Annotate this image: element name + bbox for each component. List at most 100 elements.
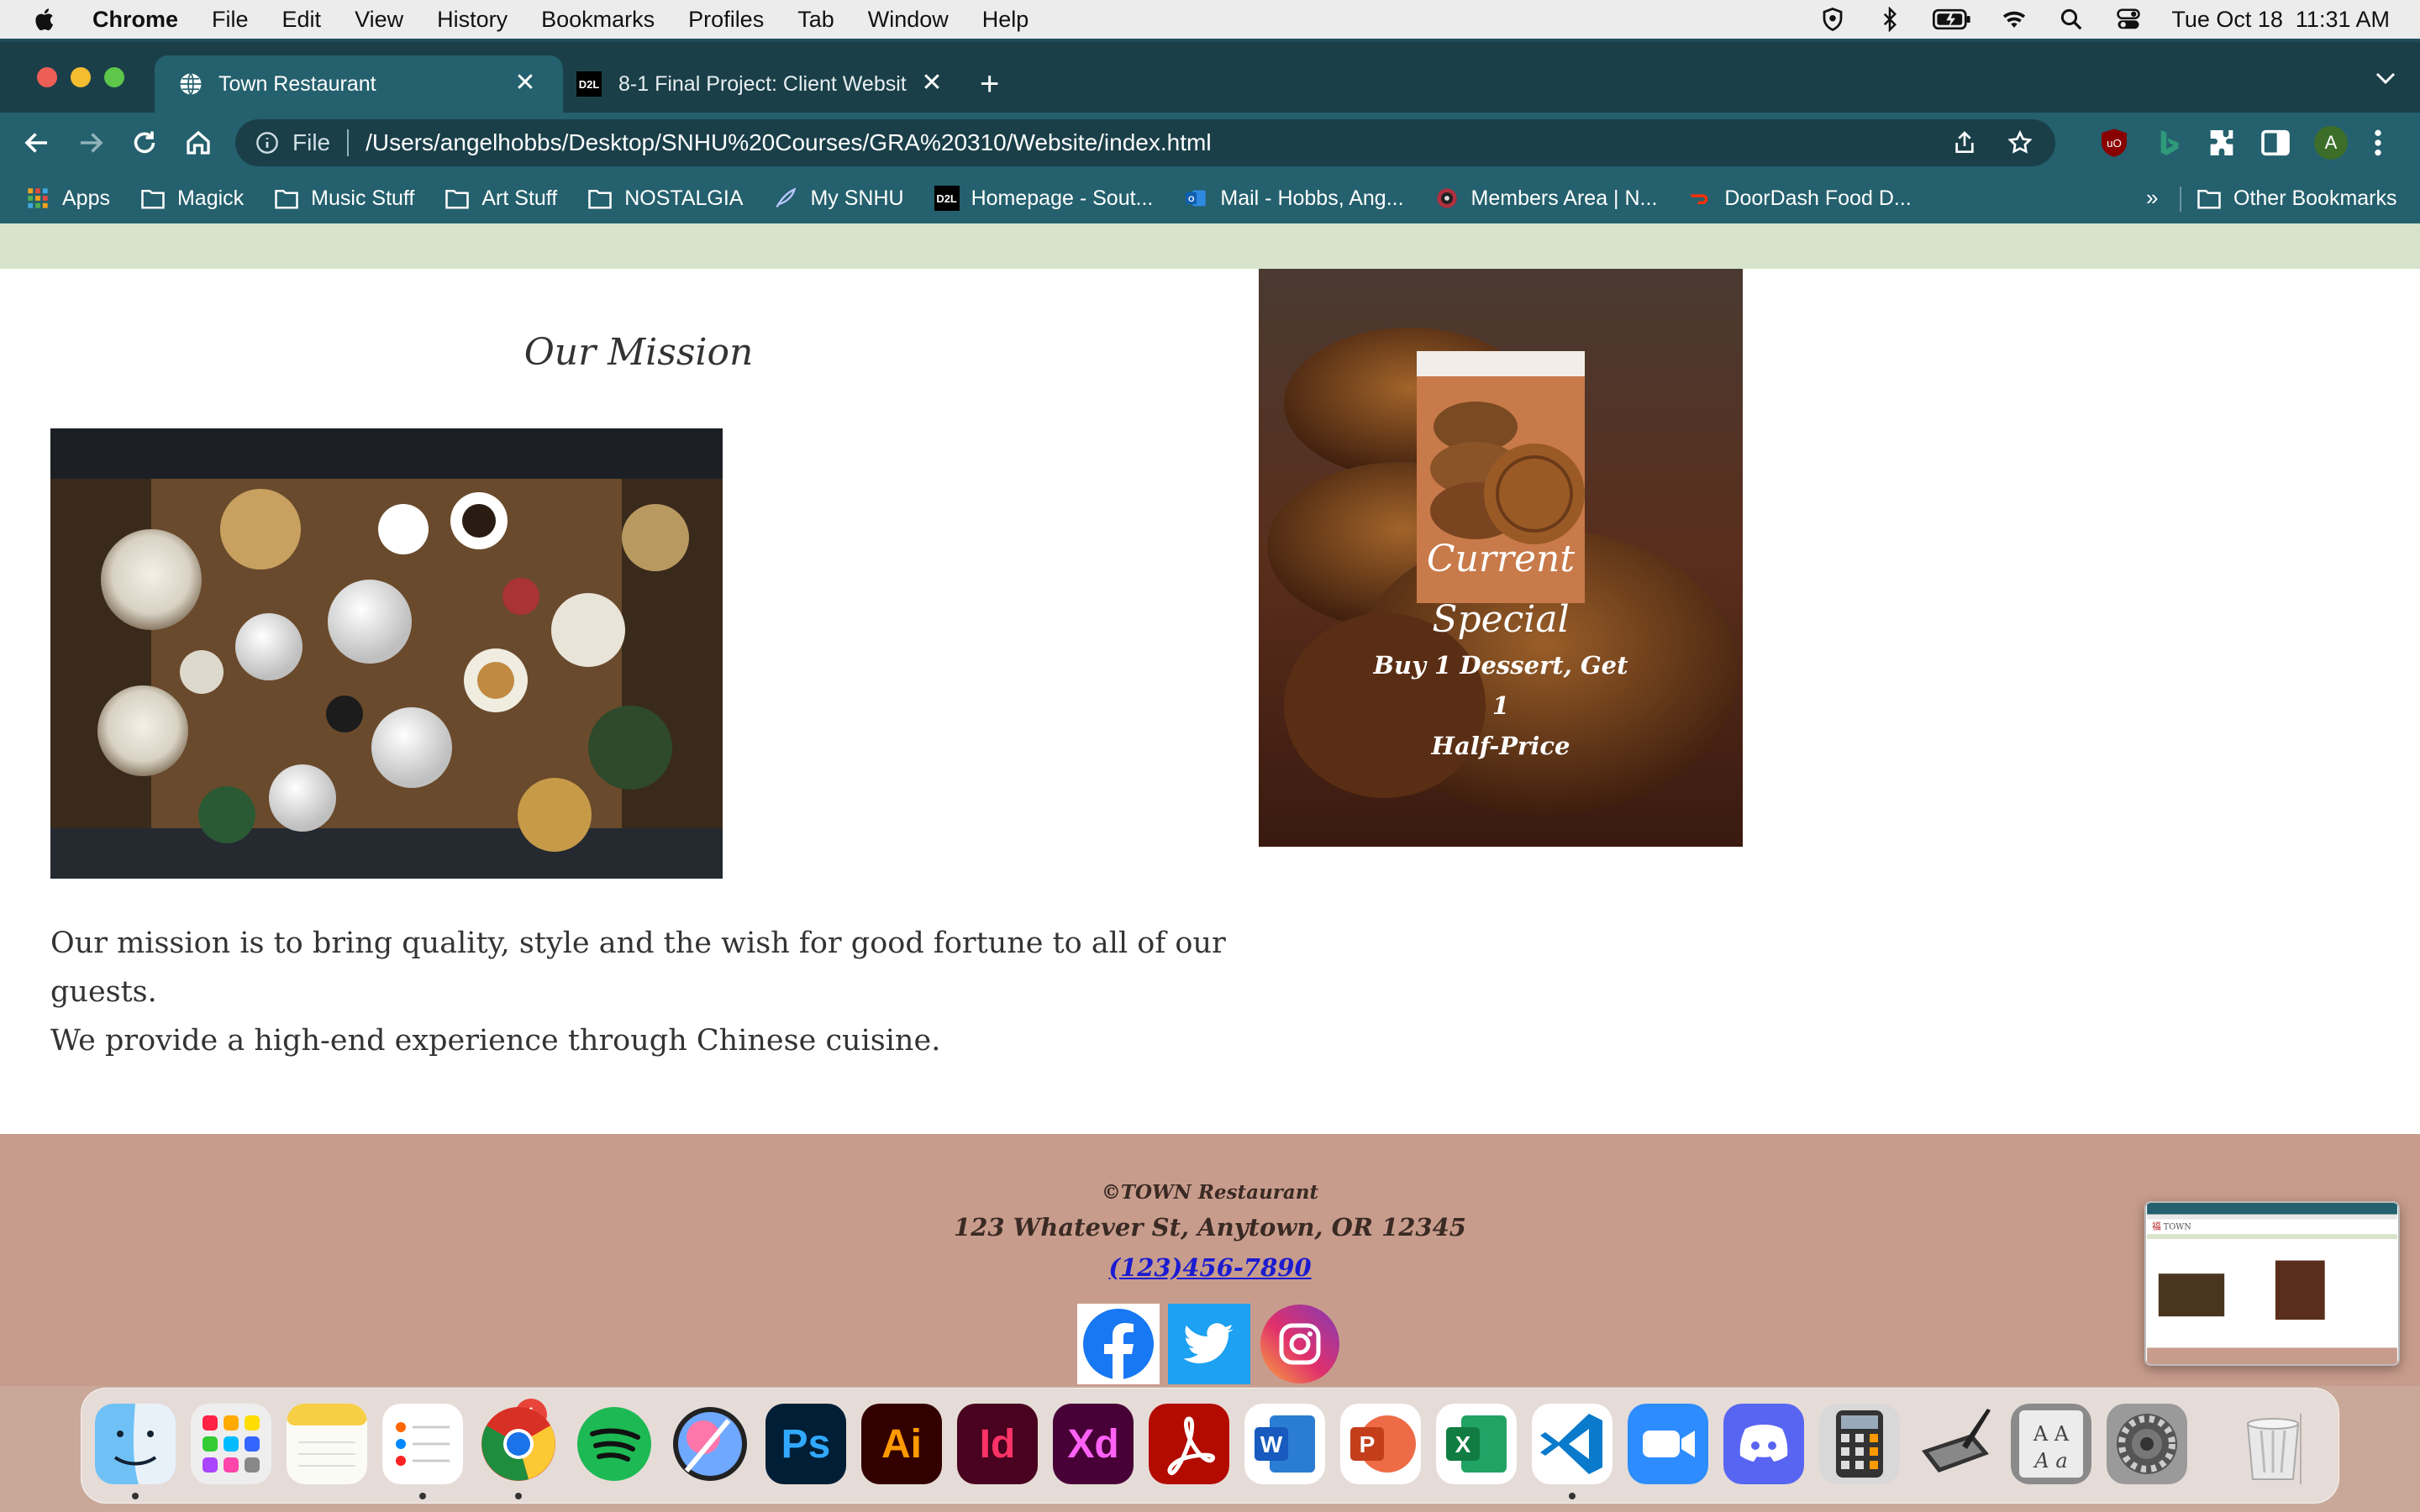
close-window-button[interactable] xyxy=(37,67,57,87)
bookmark-mail[interactable]: O Mail - Hobbs, Ang... xyxy=(1183,186,1404,211)
tab-town-restaurant[interactable]: Town Restaurant ✕ xyxy=(155,55,563,113)
photoshop-icon[interactable]: Ps xyxy=(765,1404,846,1484)
folder-icon xyxy=(275,190,298,209)
tab-strip: Town Restaurant ✕ D2L 8-1 Final Project:… xyxy=(0,42,2420,113)
macos-dock: 1 Ps Ai Id Xd W P X A AA a xyxy=(81,1388,2339,1504)
menu-tab[interactable]: Tab xyxy=(797,7,834,33)
control-center-icon[interactable] xyxy=(2114,7,2143,32)
close-tab-icon[interactable]: ✕ xyxy=(511,69,539,97)
menu-edit[interactable]: Edit xyxy=(282,7,322,33)
other-bookmarks-folder[interactable]: Other Bookmarks xyxy=(2196,173,2397,223)
reminders-icon[interactable] xyxy=(382,1404,463,1484)
menu-history[interactable]: History xyxy=(437,7,508,33)
vscode-icon[interactable] xyxy=(1532,1404,1612,1484)
facebook-icon[interactable] xyxy=(1077,1304,1160,1384)
bookmark-my-snhu[interactable]: My SNHU xyxy=(773,186,904,211)
font-book-icon[interactable]: A A A a xyxy=(2011,1404,2091,1484)
calculator-icon[interactable] xyxy=(1819,1404,1900,1484)
menu-bar-clock[interactable]: Tue Oct 18 11:31 AM xyxy=(2171,7,2390,33)
profile-avatar[interactable]: A xyxy=(2314,126,2348,160)
footer-copyright: ©TOWN Restaurant xyxy=(1101,1181,1319,1204)
finder-icon[interactable] xyxy=(95,1404,176,1484)
instagram-icon[interactable] xyxy=(1259,1304,1341,1384)
zoom-icon[interactable] xyxy=(1628,1404,1708,1484)
apple-icon[interactable] xyxy=(32,6,59,33)
bluetooth-icon[interactable] xyxy=(1876,7,1904,32)
wifi-icon[interactable] xyxy=(2000,7,2028,32)
bookmark-label: Mail - Hobbs, Ang... xyxy=(1220,186,1404,210)
bing-extension-icon[interactable] xyxy=(2151,126,2185,160)
bookmark-nostalgia[interactable]: NOSTALGIA xyxy=(587,186,743,211)
twitter-icon[interactable] xyxy=(1168,1304,1250,1384)
close-tab-icon[interactable]: ✕ xyxy=(918,69,946,97)
powerpoint-icon[interactable]: P xyxy=(1340,1404,1421,1484)
tab-final-project[interactable]: D2L 8-1 Final Project: Client Websit ✕ xyxy=(563,55,958,113)
web-page-viewport[interactable]: Our Mission Our mission is to bring qual… xyxy=(0,223,2420,1386)
chevron-down-icon[interactable] xyxy=(2375,71,2396,86)
d2l-favicon-icon: D2L xyxy=(934,186,960,211)
url-text[interactable]: /Users/angelhobbs/Desktop/SNHU%20Courses… xyxy=(366,129,1211,156)
forward-arrow-icon[interactable] xyxy=(76,128,106,158)
menu-file[interactable]: File xyxy=(212,7,249,33)
ublock-extension-icon[interactable]: uO xyxy=(2097,126,2131,160)
running-indicator xyxy=(515,1493,522,1499)
bookmark-members-area[interactable]: Members Area | N... xyxy=(1434,186,1657,211)
chrome-icon[interactable] xyxy=(478,1404,559,1484)
procreate-icon[interactable] xyxy=(670,1404,750,1484)
extensions-puzzle-icon[interactable] xyxy=(2205,126,2238,160)
bookmark-music-stuff[interactable]: Music Stuff xyxy=(274,186,414,211)
home-icon[interactable] xyxy=(183,128,213,158)
special-offer-line: Buy 1 Dessert, Get 1 xyxy=(1373,651,1628,720)
current-special-card: Current Special Buy 1 Dessert, Get 1 Hal… xyxy=(1259,269,1743,847)
indesign-icon[interactable]: Id xyxy=(957,1404,1038,1484)
side-panel-icon[interactable] xyxy=(2259,126,2292,160)
bookmark-magick[interactable]: Magick xyxy=(140,186,244,211)
menu-window[interactable]: Window xyxy=(868,7,949,33)
zoom-window-button[interactable] xyxy=(104,67,124,87)
spotlight-search-icon[interactable] xyxy=(2057,7,2086,32)
special-heading-line: Current xyxy=(1426,538,1576,580)
launchpad-icon[interactable] xyxy=(191,1404,271,1484)
word-icon[interactable]: W xyxy=(1244,1404,1325,1484)
excel-icon[interactable]: X xyxy=(1436,1404,1517,1484)
new-tab-button[interactable]: + xyxy=(980,67,999,101)
bookmark-homepage[interactable]: D2L Homepage - Sout... xyxy=(934,186,1154,211)
bookmark-doordash[interactable]: DoorDash Food D... xyxy=(1687,186,1912,211)
battery-icon[interactable] xyxy=(1933,7,1971,32)
bookmark-apps[interactable]: Apps xyxy=(25,186,110,211)
menu-chrome[interactable]: Chrome xyxy=(92,7,178,33)
footer-phone-link[interactable]: (123)456-7890 xyxy=(0,1253,2420,1282)
bookmark-art-stuff[interactable]: Art Stuff xyxy=(445,186,557,211)
illustrator-icon[interactable]: Ai xyxy=(861,1404,942,1484)
spotify-icon[interactable] xyxy=(574,1404,655,1484)
info-icon[interactable] xyxy=(255,131,279,155)
bookmark-label: Homepage - Sout... xyxy=(971,186,1154,210)
kebab-menu-icon[interactable] xyxy=(2368,126,2388,160)
apps-grid-icon xyxy=(28,188,48,208)
menu-view[interactable]: View xyxy=(355,7,403,33)
d2l-favicon-icon: D2L xyxy=(576,71,602,97)
bookmark-star-icon[interactable] xyxy=(2007,129,2033,156)
bookmarks-bar: Apps Magick Music Stuff Art Stuff NOSTAL… xyxy=(0,173,2420,223)
address-bar[interactable]: File /Users/angelhobbs/Desktop/SNHU%20Co… xyxy=(235,119,2055,166)
reload-icon[interactable] xyxy=(129,128,160,158)
menu-bookmarks[interactable]: Bookmarks xyxy=(541,7,655,33)
pen-tablet-icon[interactable] xyxy=(1915,1404,1996,1484)
share-icon[interactable] xyxy=(1951,129,1978,156)
screenshot-preview-thumbnail[interactable]: 福 TOWN xyxy=(2144,1201,2400,1366)
discord-icon[interactable] xyxy=(1723,1404,1804,1484)
menu-help[interactable]: Help xyxy=(982,7,1029,33)
bookmarks-overflow-button[interactable]: » xyxy=(2146,185,2158,211)
running-indicator xyxy=(419,1493,426,1499)
feather-icon xyxy=(776,187,797,208)
xd-icon[interactable]: Xd xyxy=(1053,1404,1134,1484)
url-scheme: File xyxy=(292,129,331,155)
vpn-shield-icon[interactable] xyxy=(1818,7,1847,32)
minimize-window-button[interactable] xyxy=(71,67,91,87)
acrobat-icon[interactable] xyxy=(1149,1404,1229,1484)
menu-profiles[interactable]: Profiles xyxy=(688,7,764,33)
system-preferences-icon[interactable] xyxy=(2107,1404,2187,1484)
notes-icon[interactable] xyxy=(287,1404,367,1484)
back-arrow-icon[interactable] xyxy=(22,128,52,158)
trash-icon[interactable] xyxy=(2233,1404,2313,1484)
